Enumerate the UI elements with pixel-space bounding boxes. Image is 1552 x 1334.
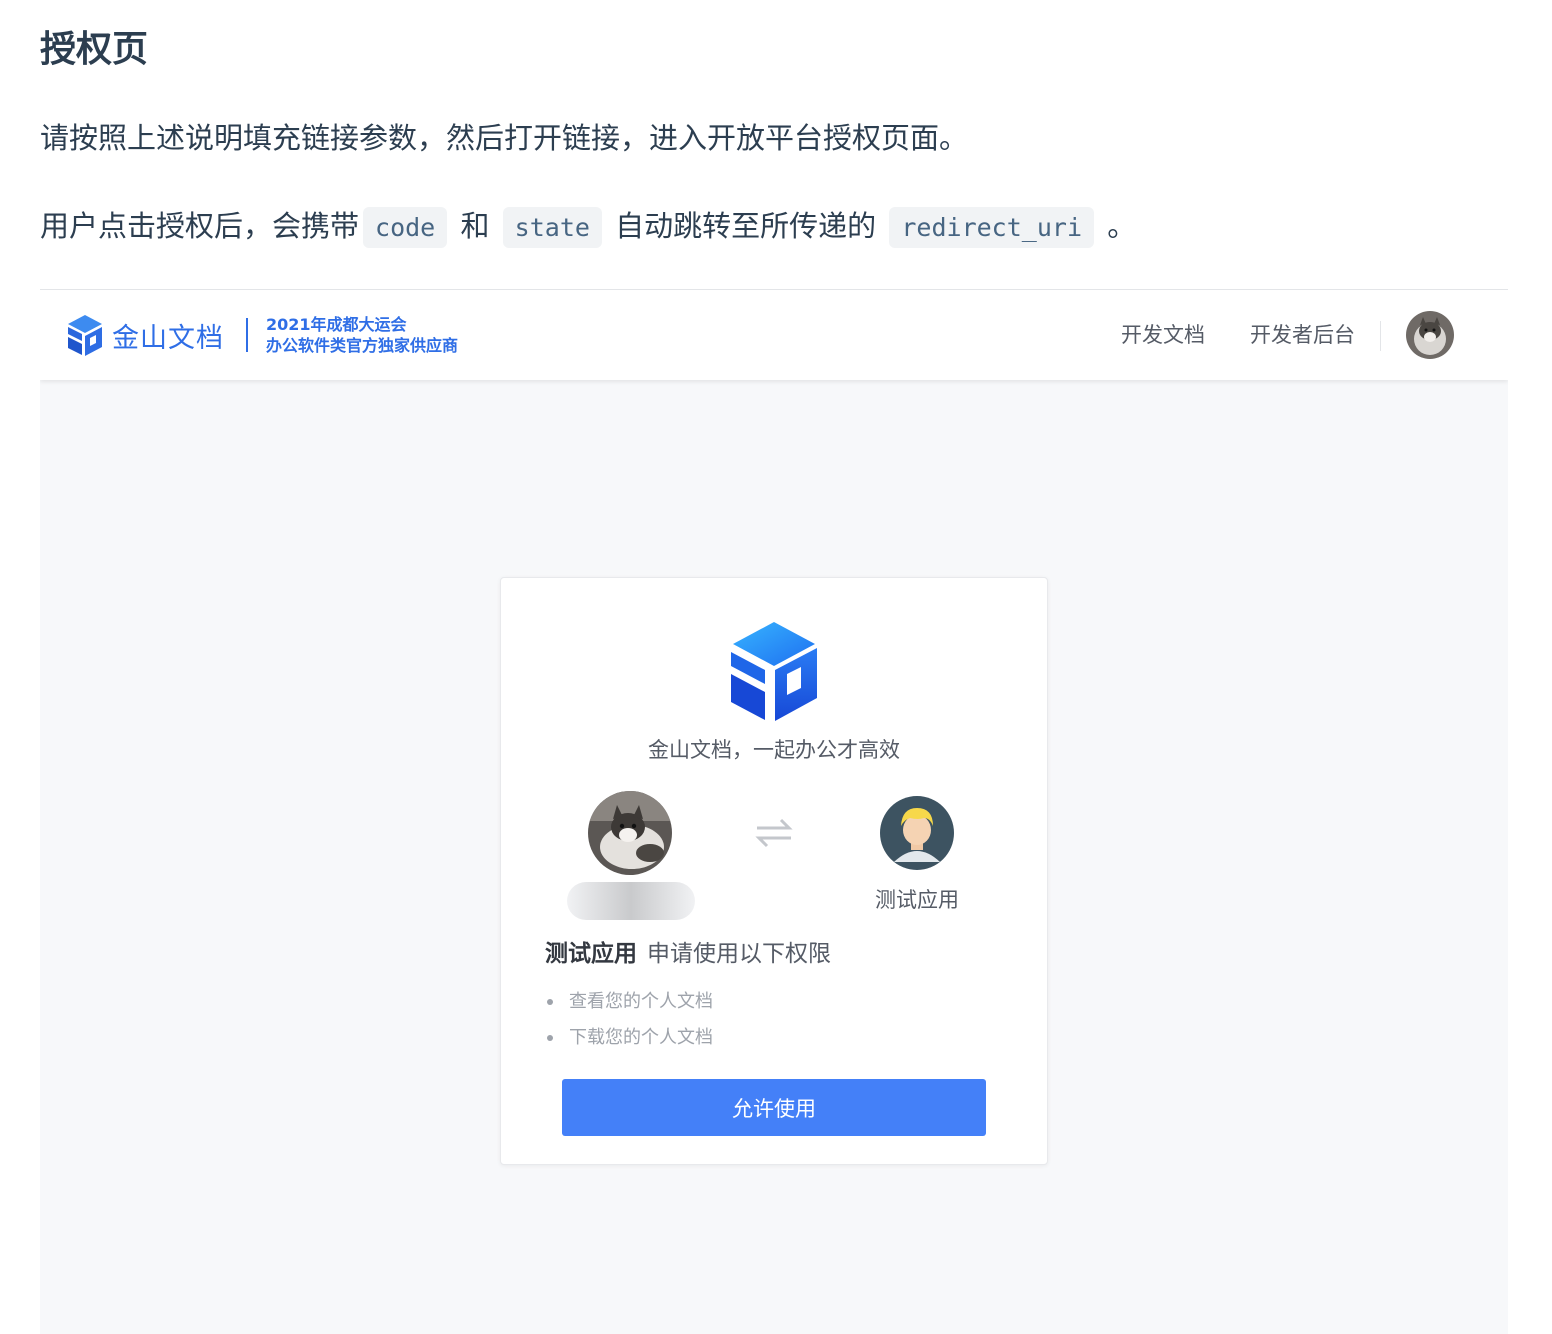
redirect-text-suffix: 。 xyxy=(1098,209,1137,243)
nav-user-avatar[interactable] xyxy=(1406,311,1454,359)
redirect-paragraph: 用户点击授权后，会携带 code 和 state 自动跳转至所传递的 redire… xyxy=(40,204,1136,250)
auth-page-screenshot: 金山文档 2021年成都大运会 办公软件类官方独家供应商 开发文档 开发者后台 xyxy=(40,289,1508,1334)
code-param-state: state xyxy=(502,207,602,248)
nav-dev-docs[interactable]: 开发文档 xyxy=(1121,315,1205,355)
card-slogan: 金山文档，一起办公才高效 xyxy=(648,738,900,762)
permission-item: 查看您的个人文档 xyxy=(545,984,713,1020)
wps-cube-logo-icon xyxy=(68,315,102,356)
wps-cube-logo-icon xyxy=(731,622,817,721)
redirect-text-prefix: 用户点击授权后，会携带 xyxy=(40,209,360,243)
top-navbar: 金山文档 2021年成都大运会 办公软件类官方独家供应商 开发文档 开发者后台 xyxy=(40,290,1508,380)
intro-paragraph: 请按照上述说明填充链接参数，然后打开链接，进入开放平台授权页面。 xyxy=(40,121,969,155)
code-param-redirect-uri: redirect_uri xyxy=(889,207,1094,248)
redirect-text-middle: 自动跳转至所传递的 xyxy=(605,209,886,243)
page-title: 授权页 xyxy=(40,29,149,70)
brand-name: 金山文档 xyxy=(112,322,224,354)
brand-slogan-line2: 办公软件类官方独家供应商 xyxy=(266,336,459,355)
user-name-blurred xyxy=(567,882,695,920)
user-avatar xyxy=(588,791,672,875)
code-param-code: code xyxy=(363,207,448,248)
nav-dev-console[interactable]: 开发者后台 xyxy=(1250,315,1355,355)
permission-item: 下载您的个人文档 xyxy=(545,1020,713,1056)
app-avatar-icon xyxy=(880,796,954,870)
doc-page: 授权页 请按照上述说明填充链接参数，然后打开链接，进入开放平台授权页面。 用户点… xyxy=(0,0,1552,1334)
request-app-name: 测试应用 xyxy=(545,941,637,967)
allow-button[interactable]: 允许使用 xyxy=(562,1079,986,1136)
cat-avatar-icon xyxy=(588,791,672,875)
permission-list: 查看您的个人文档 下载您的个人文档 xyxy=(545,984,713,1056)
brand-slogan-line1: 2021年成都大运会 xyxy=(266,315,407,334)
request-text: 申请使用以下权限 xyxy=(647,941,831,967)
brand-slogan: 2021年成都大运会 办公软件类官方独家供应商 xyxy=(266,314,458,356)
brand[interactable]: 金山文档 2021年成都大运会 办公软件类官方独家供应商 xyxy=(64,312,458,358)
app-name: 测试应用 xyxy=(875,888,959,912)
permission-request: 测试应用 申请使用以下权限 xyxy=(545,934,831,968)
auth-card: 金山文档，一起办公才高效 测试应用 测试应用 申请使用以下权限 查看您的个人文档… xyxy=(500,577,1048,1165)
nav-divider xyxy=(1380,321,1381,351)
redirect-text-and: 和 xyxy=(451,209,499,243)
brand-divider xyxy=(246,318,248,352)
swap-arrows-icon xyxy=(755,818,793,848)
cat-avatar-icon xyxy=(1406,311,1454,359)
